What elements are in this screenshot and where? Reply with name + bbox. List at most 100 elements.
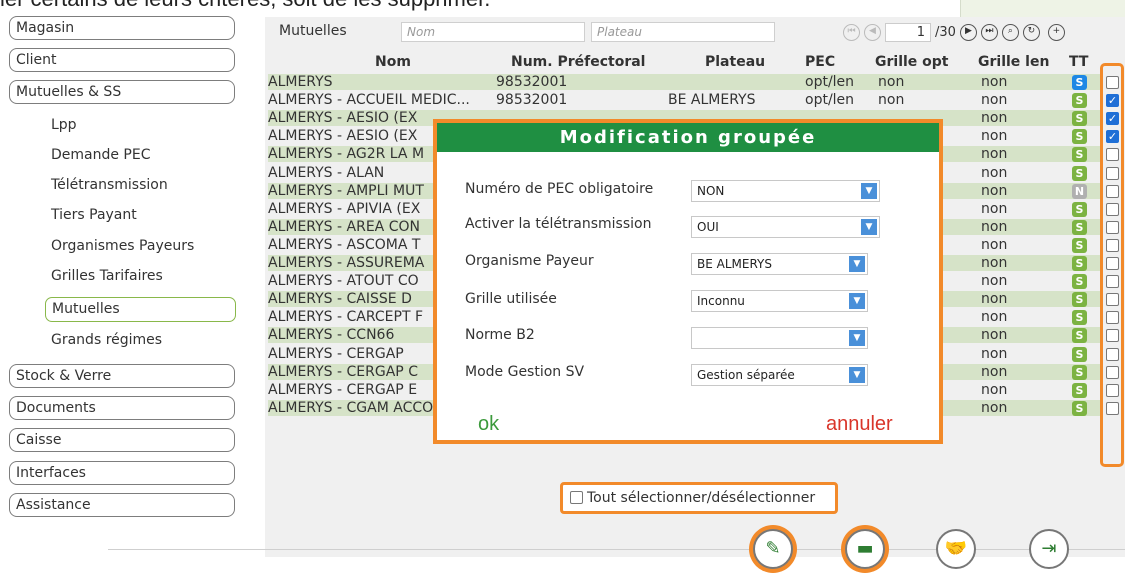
- last-page-icon[interactable]: ⏭: [980, 23, 998, 41]
- cell-nom: ALMERYS - AG2R LA M: [268, 146, 425, 163]
- select-all-toggle[interactable]: Tout sélectionner/désélectionner: [560, 482, 838, 514]
- row-checkbox[interactable]: [1106, 275, 1119, 289]
- teletransmission-select[interactable]: OUI ▼: [691, 216, 880, 238]
- nav-sub-grilles-tarifaires[interactable]: Grilles Tarifaires: [51, 266, 163, 286]
- nav-sub-lpp[interactable]: Lpp: [51, 115, 77, 135]
- first-page-icon[interactable]: ⏮: [843, 23, 860, 41]
- row-checkbox[interactable]: [1106, 383, 1119, 397]
- cell-nom: ALMERYS - AESIO (EX: [268, 110, 418, 127]
- page-caption: ier certains de leurs critères, soit de …: [0, 0, 490, 12]
- nav-interfaces[interactable]: Interfaces: [9, 461, 235, 485]
- grille-select-value: Inconnu: [697, 294, 745, 308]
- nav-caisse[interactable]: Caisse: [9, 428, 235, 452]
- cell-nom: ALMERYS - AREA CON: [268, 218, 420, 235]
- field-label-organisme: Organisme Payeur: [465, 253, 594, 269]
- nav-mutuelles-ss[interactable]: Mutuelles & SS: [9, 80, 235, 104]
- cell-grille-len: non: [981, 74, 1008, 90]
- nav-sub-organismes-payeurs[interactable]: Organismes Payeurs: [51, 236, 194, 256]
- col-pec[interactable]: PEC: [805, 54, 835, 70]
- organisme-select-value: BE ALMERYS: [697, 257, 772, 271]
- table-row[interactable]: ALMERYS 98532001 opt/len non non S: [268, 74, 1100, 90]
- delete-document-button[interactable]: ▬: [845, 529, 885, 569]
- nav-magasin[interactable]: Magasin: [9, 16, 235, 40]
- row-checkbox[interactable]: ✓: [1106, 112, 1119, 126]
- handshake-button[interactable]: 🤝: [936, 529, 976, 569]
- nav-sub-grands-regimes[interactable]: Grands régimes: [51, 330, 162, 350]
- tt-badge: S: [1072, 400, 1087, 416]
- cell-nom: ALMERYS - CCN66: [268, 327, 395, 344]
- cell-grille-len: non: [981, 218, 1008, 235]
- tt-badge: S: [1072, 256, 1087, 271]
- add-icon[interactable]: +: [1047, 23, 1065, 41]
- teletransmission-select-value: OUI: [697, 220, 719, 234]
- tt-badge: S: [1072, 75, 1087, 90]
- norme-b2-select[interactable]: ▼: [691, 327, 868, 349]
- cell-nom: ALMERYS - APIVIA (EX: [268, 200, 421, 217]
- search-icon[interactable]: ⌕: [1001, 23, 1019, 41]
- field-label-teletransmission: Activer la télétransmission: [465, 216, 652, 232]
- tt-badge: S: [1072, 165, 1087, 181]
- nav-assistance[interactable]: Assistance: [9, 493, 235, 517]
- nav-stock-verre[interactable]: Stock & Verre: [9, 364, 235, 388]
- col-grille-len[interactable]: Grille len: [978, 54, 1049, 70]
- row-checkbox[interactable]: [1106, 220, 1119, 234]
- select-all-checkbox[interactable]: [570, 491, 583, 504]
- plateau-filter-input[interactable]: Plateau: [591, 22, 775, 42]
- nav-sub-teletransmission[interactable]: Télétransmission: [51, 175, 168, 195]
- page-input[interactable]: 1: [885, 22, 931, 42]
- nav-sub-tiers-payant[interactable]: Tiers Payant: [51, 205, 137, 225]
- handshake-icon: 🤝: [944, 538, 968, 559]
- cell-grille-len: non: [981, 273, 1008, 290]
- row-checkbox[interactable]: [1106, 257, 1119, 270]
- row-checkbox[interactable]: [1106, 293, 1119, 307]
- next-page-icon[interactable]: ▶: [959, 23, 977, 41]
- cell-grille-len: non: [981, 399, 1008, 416]
- col-nom[interactable]: Nom: [375, 54, 411, 70]
- tt-badge: S: [1072, 219, 1087, 235]
- row-checkbox[interactable]: [1106, 238, 1119, 252]
- gestion-sv-select[interactable]: Gestion séparée ▼: [691, 364, 868, 386]
- row-checkbox[interactable]: [1106, 365, 1119, 379]
- nom-filter-input[interactable]: Nom: [401, 22, 585, 42]
- row-checkbox[interactable]: [1106, 401, 1119, 415]
- exit-button[interactable]: ⇥: [1029, 529, 1069, 569]
- row-checkbox[interactable]: [1106, 184, 1119, 198]
- tt-badge: S: [1072, 111, 1087, 127]
- row-checkbox[interactable]: ✓: [1106, 94, 1119, 108]
- cell-grille-len: non: [981, 291, 1008, 308]
- cell-grille-len: non: [981, 128, 1008, 145]
- nav-documents[interactable]: Documents: [9, 396, 235, 420]
- tt-badge: S: [1072, 274, 1087, 290]
- cell-nom: ALMERYS - CAISSE D: [268, 291, 412, 308]
- filter-title: Mutuelles: [279, 23, 347, 39]
- page-total: /30: [935, 24, 956, 40]
- row-checkbox[interactable]: [1106, 329, 1119, 343]
- cell-nom: ALMERYS - AMPLI MUT: [268, 182, 424, 199]
- row-checkbox[interactable]: [1106, 311, 1119, 325]
- col-grille-opt[interactable]: Grille opt: [875, 54, 949, 70]
- prev-page-icon[interactable]: ◀: [864, 23, 881, 41]
- row-checkbox[interactable]: [1106, 76, 1119, 89]
- ok-button[interactable]: ok: [478, 413, 499, 436]
- pec-select[interactable]: NON ▼: [691, 180, 880, 202]
- row-checkbox[interactable]: [1106, 347, 1119, 361]
- cell-grille-len: non: [981, 92, 1008, 109]
- cancel-button[interactable]: annuler: [826, 413, 893, 436]
- edit-document-button[interactable]: ✎: [753, 529, 793, 569]
- row-checkbox[interactable]: [1106, 166, 1119, 180]
- col-num-prefectoral[interactable]: Num. Préfectoral: [511, 54, 645, 70]
- row-checkbox[interactable]: [1106, 148, 1119, 162]
- tt-badge: S: [1072, 310, 1087, 326]
- row-checkbox[interactable]: ✓: [1106, 130, 1119, 144]
- delete-document-icon: ▬: [856, 538, 874, 559]
- nav-sub-mutuelles[interactable]: Mutuelles: [45, 297, 236, 322]
- organisme-select[interactable]: BE ALMERYS ▼: [691, 253, 868, 275]
- nav-client[interactable]: Client: [9, 48, 235, 72]
- nav-sub-demande-pec[interactable]: Demande PEC: [51, 145, 151, 165]
- row-checkbox[interactable]: [1106, 202, 1119, 216]
- refresh-icon[interactable]: ↻: [1022, 23, 1040, 41]
- grille-select[interactable]: Inconnu ▼: [691, 290, 868, 312]
- pec-select-value: NON: [697, 184, 725, 198]
- col-plateau[interactable]: Plateau: [705, 54, 765, 70]
- table-row[interactable]: ALMERYS - ACCUEIL MEDIC... 98532001 BE ALM…: [268, 92, 1100, 109]
